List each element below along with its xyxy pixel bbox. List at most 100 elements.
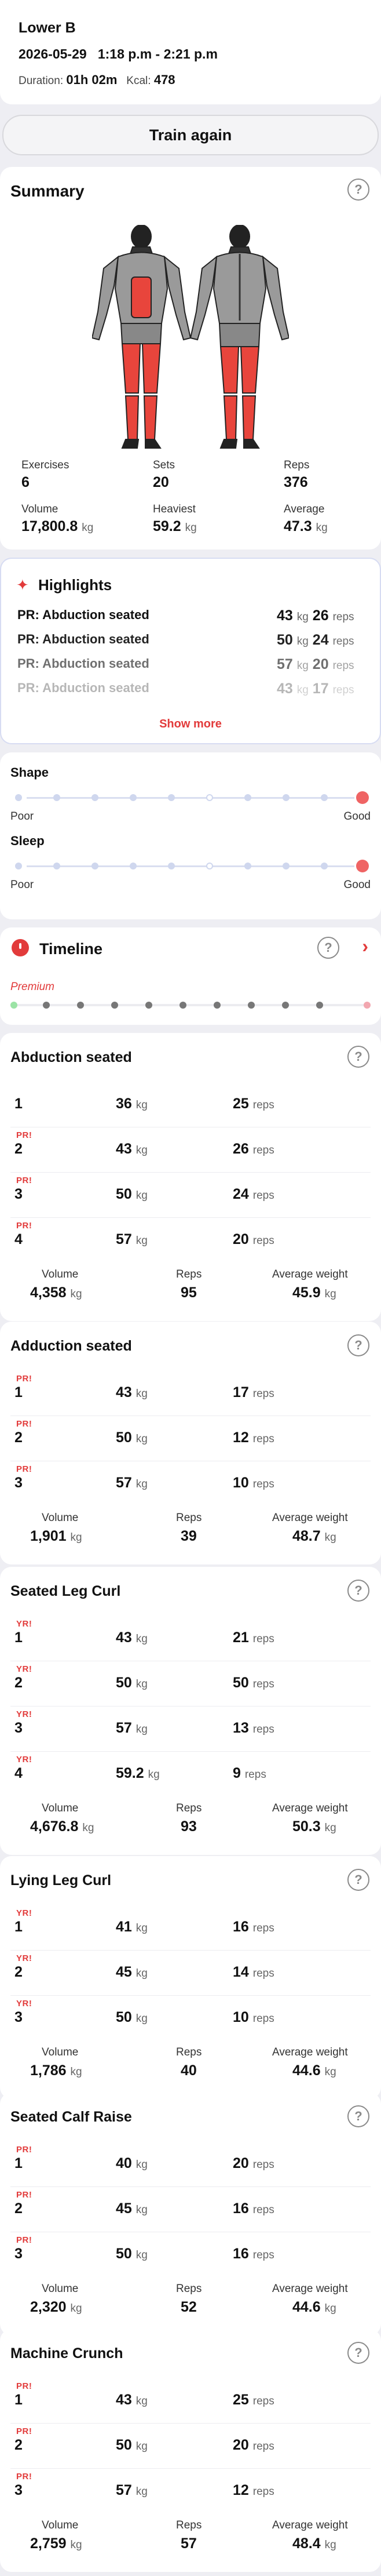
reps-value: 20 (233, 1231, 249, 1247)
highlight-label: PR: Abduction seated (17, 656, 149, 671)
reps-label: Reps (176, 2283, 202, 2295)
rating-dot[interactable] (244, 863, 251, 869)
weight-value: 43 (116, 2392, 132, 2408)
shape-slider[interactable] (12, 791, 369, 804)
avg-weight-value: 50.3 kg (292, 1818, 336, 1835)
set-row[interactable]: PR! 4 57 kg 20 reps (0, 1217, 381, 1262)
set-row[interactable]: PR! 3 50 kg 16 reps (0, 2232, 381, 2277)
set-reps: 24 reps (233, 1186, 274, 1203)
set-number: 1 (14, 1384, 23, 1400)
set-row[interactable]: PR! 2 50 kg 12 reps (0, 1416, 381, 1461)
avg-weight-value: 48.4 kg (292, 2535, 336, 2552)
train-again-button[interactable]: Train again (2, 115, 379, 155)
rating-dot-selected[interactable] (356, 791, 369, 804)
exercise-help-icon[interactable]: ? (347, 1334, 369, 1356)
unit-kg: kg (135, 1388, 148, 1400)
unit-kg: kg (324, 2302, 336, 2315)
reps-value: 16 (233, 1919, 249, 1935)
highlight-weight: 57 (277, 656, 293, 672)
muscle-map-figure (92, 225, 289, 449)
sleep-slider[interactable] (12, 860, 369, 872)
exercise-help-icon[interactable]: ? (347, 2105, 369, 2127)
set-row[interactable]: PR! 2 50 kg 20 reps (0, 2423, 381, 2468)
unit-kg: kg (135, 1235, 148, 1247)
rating-dot[interactable] (53, 794, 60, 801)
rating-dot[interactable] (321, 794, 328, 801)
set-number: 3 (14, 1720, 23, 1736)
set-row[interactable]: PR! 2 43 kg 26 reps (0, 1127, 381, 1172)
avg-weight-value: 44.6 kg (292, 2299, 336, 2316)
set-row[interactable]: PR! 3 57 kg 10 reps (0, 1461, 381, 1506)
unit-kg: kg (135, 2395, 148, 2407)
set-row[interactable]: YR! 1 43 kg 21 reps (0, 1616, 381, 1661)
record-badge: PR! (16, 2235, 32, 2245)
exercise-help-icon[interactable]: ? (347, 2342, 369, 2364)
timeline-dot (248, 1002, 255, 1009)
chevron-right-icon[interactable]: › (362, 936, 368, 957)
summary-help-icon[interactable]: ? (347, 179, 369, 201)
set-row[interactable]: 1 36 kg 25 reps (0, 1082, 381, 1127)
set-weight: 40 kg (116, 2155, 148, 2172)
unit-reps: reps (252, 2204, 274, 2216)
unit-kg: kg (135, 2204, 148, 2216)
unit-kg: kg (135, 1967, 148, 1980)
set-row[interactable]: PR! 2 45 kg 16 reps (0, 2186, 381, 2232)
stat-sets: Sets 20 (153, 459, 175, 491)
rating-dot[interactable] (91, 794, 98, 801)
show-more-button[interactable]: Show more (1, 718, 380, 731)
record-badge: YR! (16, 1908, 32, 1918)
exercise-help-icon[interactable]: ? (347, 1046, 369, 1068)
rating-dot[interactable] (15, 794, 22, 801)
weight-value: 45 (116, 2200, 132, 2217)
set-number: 2 (14, 1675, 23, 1691)
rating-dot[interactable] (283, 794, 290, 801)
stat-volume: Volume 17,800.8 kg (21, 503, 93, 535)
rating-dot-selected[interactable] (356, 860, 369, 872)
rating-dot[interactable] (168, 863, 175, 869)
set-row[interactable]: YR! 3 57 kg 13 reps (0, 1706, 381, 1751)
reps-total: 57 (181, 2535, 197, 2552)
volume-number: 4,676.8 (30, 1818, 79, 1835)
set-row[interactable]: YR! 2 50 kg 50 reps (0, 1661, 381, 1706)
exercise-help-icon[interactable]: ? (347, 1580, 369, 1602)
timeline-strip[interactable] (10, 999, 371, 1011)
avg-number: 48.4 (292, 2535, 321, 2552)
record-badge: PR! (16, 2190, 32, 2200)
exercise-card: Seated Calf Raise? PR! 1 40 kg 20 reps PR! 2 45… (0, 2093, 381, 2335)
volume-label: Volume (42, 2519, 79, 2531)
set-row[interactable]: YR! 2 45 kg 14 reps (0, 1950, 381, 1995)
rating-dot[interactable] (53, 863, 60, 869)
exercise-help-icon[interactable]: ? (347, 1869, 369, 1891)
rating-dot[interactable] (283, 863, 290, 869)
rating-dot[interactable] (130, 863, 137, 869)
summary-card: Summary ? Exercises 6 Sets 20 Reps 376 V… (0, 167, 381, 550)
reps-value: 21 (233, 1629, 249, 1646)
set-row[interactable]: PR! 3 50 kg 24 reps (0, 1172, 381, 1217)
timeline-help-icon[interactable]: ? (317, 937, 339, 959)
rating-dot[interactable] (244, 794, 251, 801)
rating-dot[interactable] (130, 794, 137, 801)
set-row[interactable]: YR! 4 59.2 kg 9 reps (0, 1751, 381, 1796)
unit-kg: kg (324, 1531, 336, 1544)
stat-heaviest: Heaviest 59.2 kg (153, 503, 197, 535)
reps-value: 12 (233, 2482, 249, 2498)
set-row[interactable]: YR! 1 41 kg 16 reps (0, 1905, 381, 1950)
set-row[interactable]: YR! 3 50 kg 10 reps (0, 1995, 381, 2040)
rating-dot[interactable] (206, 863, 213, 869)
set-reps: 50 reps (233, 1675, 274, 1691)
rating-dot[interactable] (15, 863, 22, 869)
set-row[interactable]: PR! 3 57 kg 12 reps (0, 2468, 381, 2513)
train-again-label: Train again (149, 126, 232, 144)
set-row[interactable]: PR! 1 43 kg 17 reps (0, 1370, 381, 1416)
rating-dot[interactable] (206, 794, 213, 801)
rating-dot[interactable] (168, 794, 175, 801)
rating-dot[interactable] (321, 863, 328, 869)
set-number: 3 (14, 2482, 23, 2498)
stat-unit: kg (185, 522, 197, 534)
set-row[interactable]: PR! 1 40 kg 20 reps (0, 2141, 381, 2186)
rating-dot[interactable] (91, 863, 98, 869)
highlight-label: PR: Abduction seated (17, 681, 149, 695)
highlight-weight: 43 (277, 681, 293, 697)
record-badge: YR! (16, 1709, 32, 1719)
set-row[interactable]: PR! 1 43 kg 25 reps (0, 2378, 381, 2423)
